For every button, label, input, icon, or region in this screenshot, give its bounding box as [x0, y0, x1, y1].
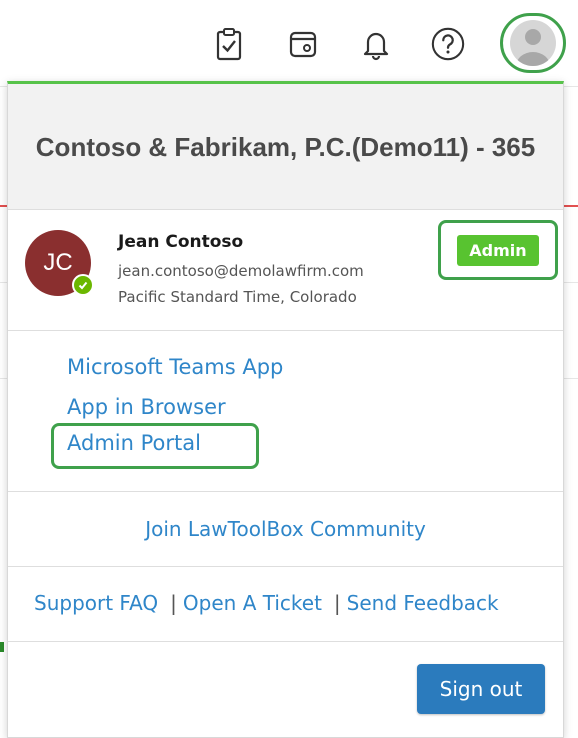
bell-icon: [363, 32, 389, 61]
join-community-link[interactable]: Join LawToolBox Community: [145, 517, 426, 541]
separator: |: [170, 591, 177, 615]
user-avatar-icon: [510, 20, 556, 66]
help-icon: [431, 27, 465, 61]
admin-role-badge: Admin: [457, 234, 539, 266]
notifications-button[interactable]: [358, 24, 394, 64]
send-feedback-link[interactable]: Send Feedback: [347, 591, 499, 615]
separator: |: [333, 591, 341, 615]
teams-app-link[interactable]: Microsoft Teams App: [67, 355, 283, 379]
user-timezone: Pacific Standard Time, Colorado: [118, 288, 357, 306]
app-links: Microsoft Teams App App in Browser Admin…: [8, 331, 563, 492]
background-accent-line: [564, 205, 578, 207]
org-name: Contoso & Fabrikam, P.C.(Demo11) - 365: [35, 131, 536, 162]
user-name: Jean Contoso: [118, 232, 244, 252]
calendar-button[interactable]: [285, 24, 321, 64]
user-card: JC Jean Contoso jean.contoso@demolawfirm…: [8, 210, 563, 331]
app-in-browser-link[interactable]: App in Browser: [67, 395, 226, 419]
user-initials: JC: [43, 249, 73, 276]
community-section: Join LawToolBox Community: [8, 492, 563, 567]
background-accent-line: [0, 205, 7, 207]
background-marker: [0, 642, 4, 652]
clipboard-check-icon: [216, 28, 242, 61]
support-faq-link[interactable]: Support FAQ: [34, 591, 158, 615]
admin-portal-link[interactable]: Admin Portal: [67, 431, 201, 455]
tasks-button[interactable]: [211, 24, 247, 64]
profile-popover: Contoso & Fabrikam, P.C.(Demo11) - 365 J…: [7, 81, 564, 738]
help-button[interactable]: [430, 24, 466, 64]
org-header: Contoso & Fabrikam, P.C.(Demo11) - 365: [8, 84, 563, 210]
support-row: Support FAQ | Open A Ticket | Send Feedback: [34, 591, 499, 615]
calendar-event-icon: [289, 31, 317, 58]
sign-out-button[interactable]: Sign out: [417, 664, 545, 714]
presence-available-icon: [72, 274, 94, 296]
user-email: jean.contoso@demolawfirm.com: [118, 262, 364, 280]
support-links: Support FAQ | Open A Ticket | Send Feedback: [8, 567, 563, 642]
admin-badge-highlight: Admin: [438, 220, 558, 280]
open-ticket-link[interactable]: Open A Ticket: [183, 591, 322, 615]
profile-menu-button[interactable]: [500, 13, 566, 73]
